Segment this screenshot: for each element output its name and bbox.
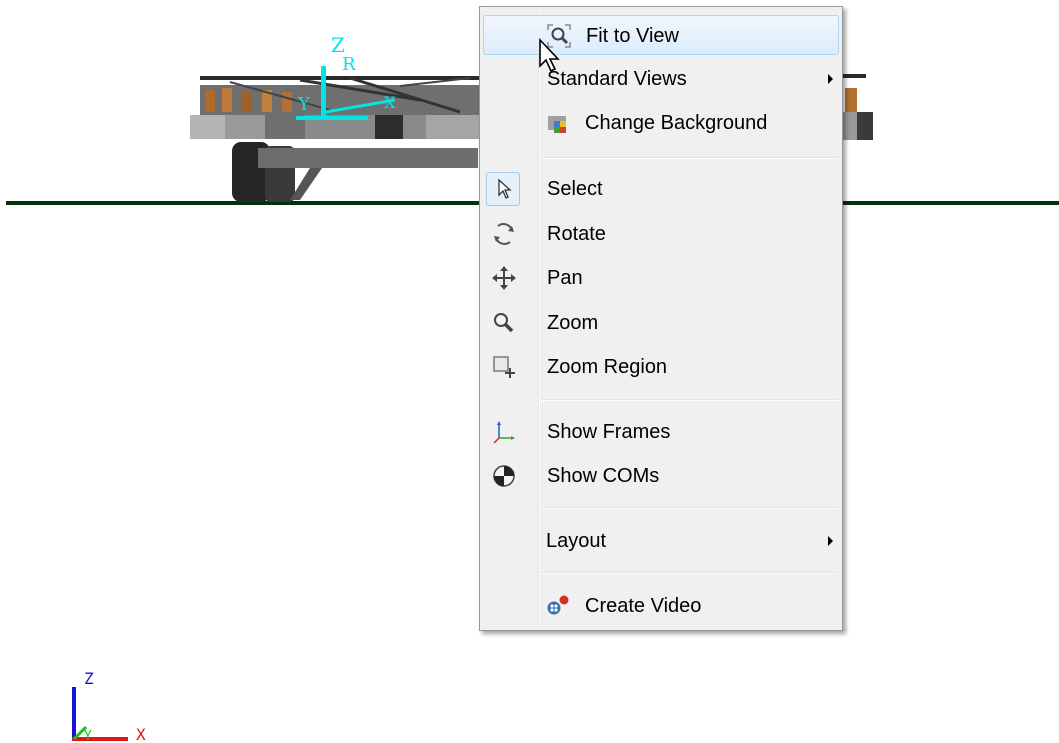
menu-label-select: Select: [547, 178, 603, 200]
menu-label-zoom: Zoom: [547, 312, 599, 334]
menu-label-layout: Layout: [546, 530, 607, 552]
menu-label-zoom-region: Zoom Region: [547, 356, 668, 378]
menu-item-select[interactable]: Select: [483, 169, 839, 209]
menu-item-change-background[interactable]: Change Background: [483, 103, 839, 143]
cursor-arrow-icon: [489, 174, 519, 204]
menu-item-pan[interactable]: Pan: [483, 258, 839, 298]
menu-item-zoom-region[interactable]: Zoom Region: [483, 347, 839, 387]
mouse-pointer-icon: [539, 38, 560, 73]
menu-separator: [541, 157, 838, 159]
triad-y-label: Y: [84, 729, 92, 743]
menu-item-create-video[interactable]: Create Video: [483, 586, 839, 626]
background-icon: [543, 108, 573, 138]
pan-icon: [489, 263, 519, 293]
triad-z-label: Z: [84, 669, 94, 688]
menu-separator: [541, 572, 838, 574]
submenu-arrow-icon: [828, 74, 833, 84]
video-camera-icon: [543, 591, 573, 621]
menu-label-change-background: Change Background: [585, 112, 768, 134]
menu-label-standard-views: Standard Views: [547, 68, 687, 90]
orientation-triad: Z Y X: [72, 669, 146, 743]
menu-item-show-frames[interactable]: Show Frames: [483, 412, 839, 452]
model-frame-r-label: R: [342, 54, 356, 75]
magnifier-icon: [489, 308, 519, 338]
menu-item-layout[interactable]: Layout: [483, 521, 839, 561]
menu-label-fit-to-view: Fit to View: [586, 25, 679, 47]
menu-label-show-coms: Show COMs: [547, 465, 660, 487]
triad-x-label: X: [136, 725, 146, 743]
rotate-icon: [489, 219, 519, 249]
model-frame-y-label: Y: [297, 94, 311, 115]
menu-label-create-video: Create Video: [585, 595, 702, 617]
menu-item-standard-views[interactable]: Standard Views: [483, 59, 839, 99]
menu-item-rotate[interactable]: Rotate: [483, 214, 839, 254]
menu-item-show-coms[interactable]: Show COMs: [483, 456, 839, 496]
zoom-region-icon: [489, 352, 519, 382]
com-icon: [489, 461, 519, 491]
menu-item-zoom[interactable]: Zoom: [483, 303, 839, 343]
submenu-arrow-icon: [828, 536, 833, 546]
menu-label-show-frames: Show Frames: [547, 421, 671, 443]
context-menu: Fit to View Standard Views Change Backgr…: [479, 6, 843, 631]
menu-separator: [541, 399, 838, 401]
menu-item-fit-to-view[interactable]: Fit to View: [483, 15, 839, 55]
menu-separator: [541, 507, 838, 509]
menu-label-rotate: Rotate: [547, 223, 606, 245]
frame-axes-icon: [489, 417, 519, 447]
model-frame-x-label: X: [384, 93, 396, 112]
menu-label-pan: Pan: [547, 267, 583, 289]
